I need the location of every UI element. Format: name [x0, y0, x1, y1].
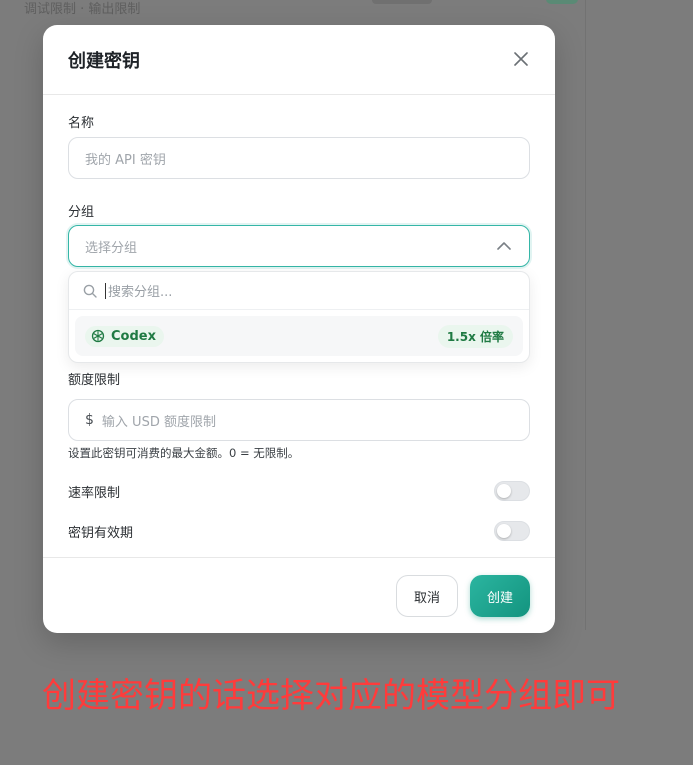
close-button[interactable] [511, 49, 531, 69]
create-key-modal: 创建密钥 名称 我的 API 密钥 分组 选择分组 搜索分组... Codex … [43, 25, 555, 633]
modal-title: 创建密钥 [68, 51, 140, 72]
modal-footer: 取消 创建 [43, 557, 555, 633]
background-divider [585, 0, 586, 630]
expiry-toggle[interactable] [494, 521, 530, 541]
group-search-input[interactable]: 搜索分组... [69, 272, 529, 310]
text-cursor [105, 282, 106, 299]
name-input[interactable]: 我的 API 密钥 [68, 137, 530, 179]
chevron-up-icon [497, 242, 511, 250]
quota-input-placeholder: 输入 USD 额度限制 [101, 414, 216, 430]
rate-limit-label: 速率限制 [68, 485, 121, 501]
quota-label: 额度限制 [68, 373, 121, 388]
expiry-label: 密钥有效期 [68, 525, 134, 541]
group-option-name: Codex [111, 328, 156, 344]
group-select[interactable]: 选择分组 [68, 225, 530, 267]
dollar-prefix: $ [85, 412, 94, 428]
background-text: 调试限制 · 输出限制 [24, 2, 141, 17]
rate-badge: 1.5x 倍率 [437, 324, 513, 348]
group-dropdown: 搜索分组... Codex 1.5x 倍率 [68, 271, 530, 363]
name-input-placeholder: 我的 API 密钥 [85, 152, 166, 168]
background-toggle [546, 0, 578, 4]
cancel-button[interactable]: 取消 [396, 575, 458, 617]
openai-icon [91, 329, 105, 343]
search-icon [83, 284, 97, 298]
group-select-placeholder: 选择分组 [85, 240, 138, 256]
background-pill [372, 0, 432, 4]
group-option-codex[interactable]: Codex 1.5x 倍率 [75, 316, 523, 356]
close-icon [514, 52, 528, 66]
expiry-row: 密钥有效期 [68, 521, 530, 541]
name-label: 名称 [68, 116, 95, 131]
group-search-placeholder: 搜索分组... [108, 285, 173, 300]
quota-input[interactable]: $ 输入 USD 额度限制 [68, 399, 530, 441]
modal-header: 创建密钥 [43, 25, 555, 95]
rate-limit-toggle[interactable] [494, 481, 530, 501]
codex-badge: Codex [85, 325, 164, 347]
rate-limit-row: 速率限制 [68, 481, 530, 501]
annotation-text: 创建密钥的话选择对应的模型分组即可 [42, 676, 620, 716]
create-button[interactable]: 创建 [470, 575, 530, 617]
group-label: 分组 [68, 205, 95, 220]
quota-hint: 设置此密钥可消费的最大金额。0 = 无限制。 [68, 446, 300, 460]
